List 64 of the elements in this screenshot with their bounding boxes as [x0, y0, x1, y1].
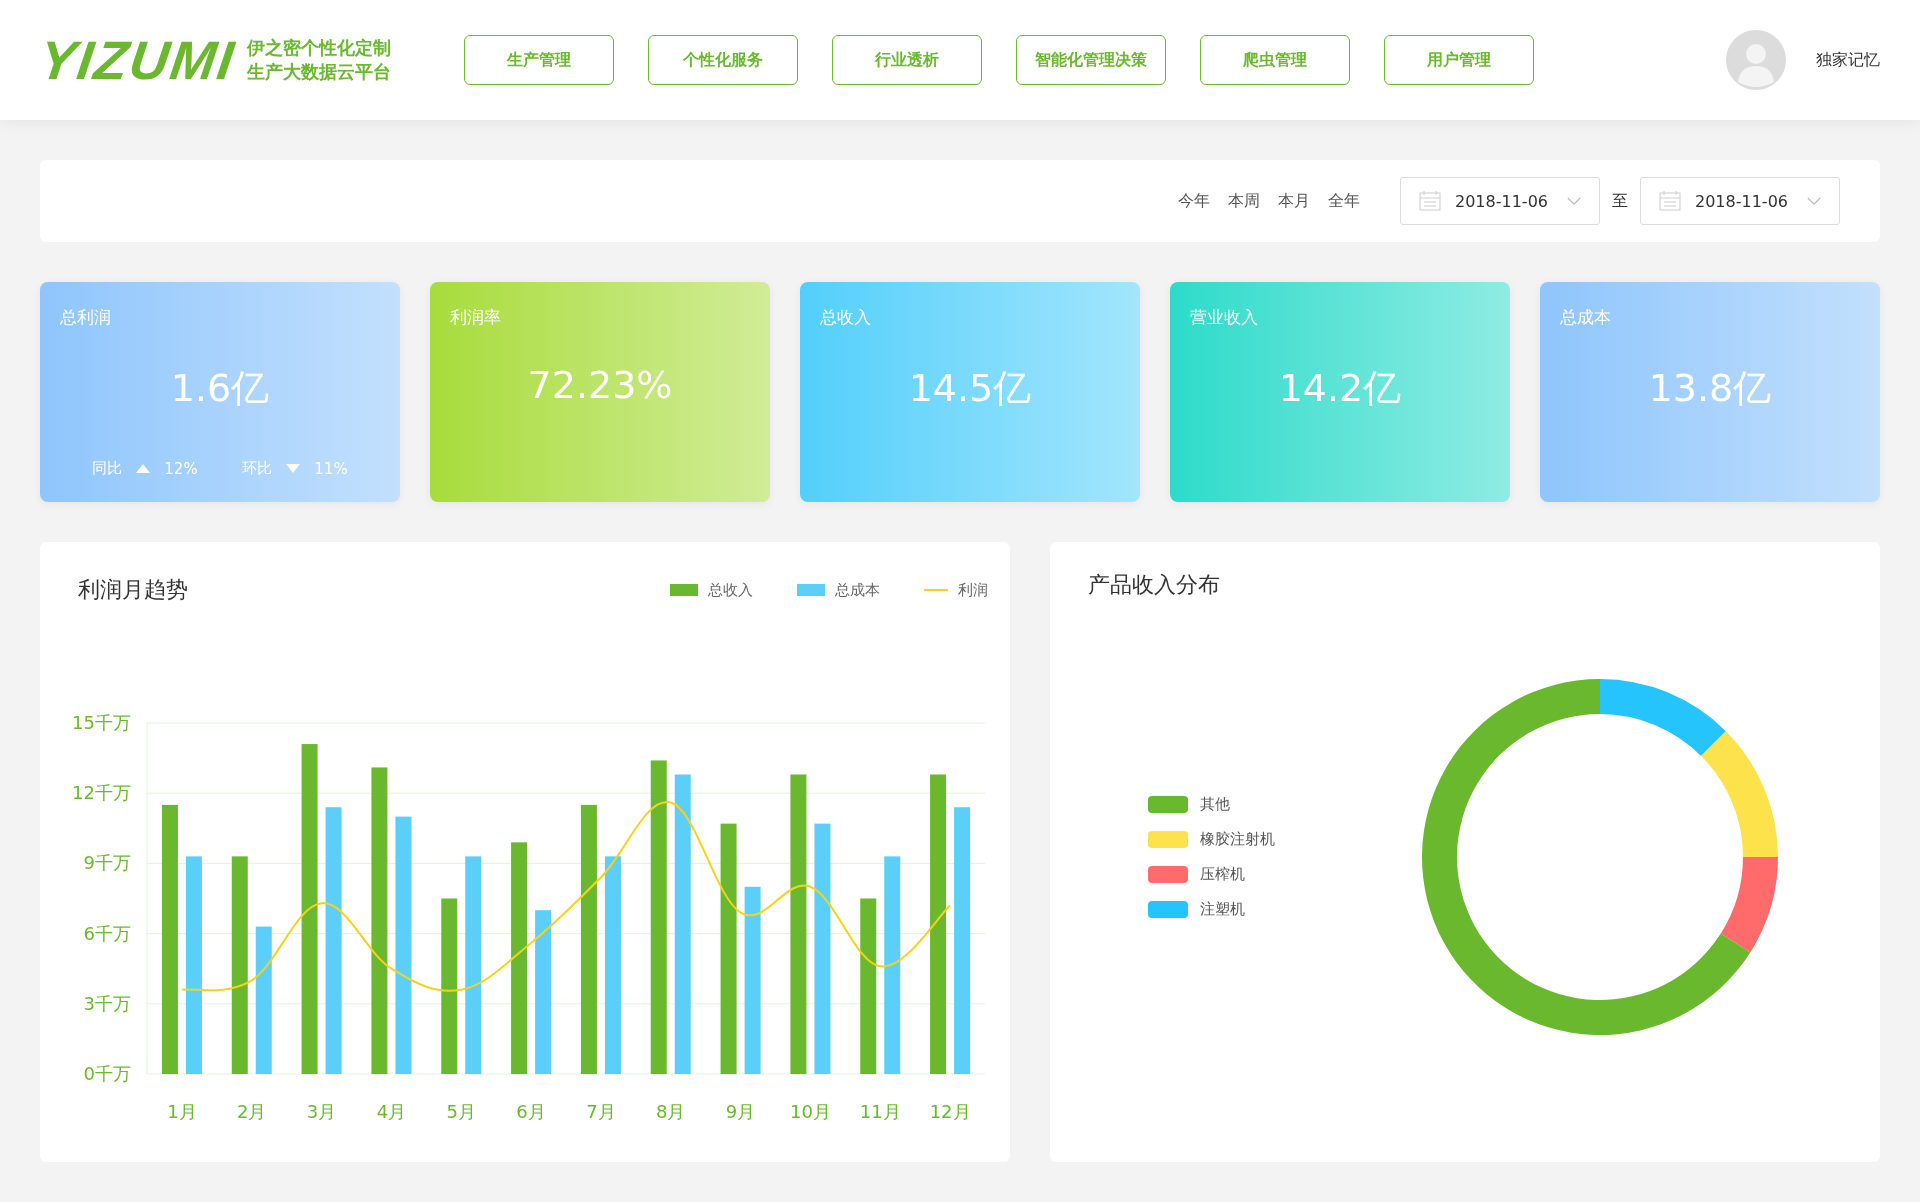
chevron-down-icon: [1567, 196, 1581, 206]
x-axis-label: 8月: [656, 1101, 686, 1122]
platform-title: 伊之密个性化定制: [247, 36, 391, 60]
stat-title: 利润率: [450, 306, 502, 329]
legend-label[interactable]: 总成本: [835, 580, 880, 600]
stat-value: 13.8亿: [1648, 365, 1772, 412]
x-axis-label: 12月: [929, 1101, 971, 1122]
y-axis-label: 15千万: [72, 712, 131, 733]
x-axis-label: 5月: [446, 1101, 476, 1122]
stat-value: 1.6亿: [170, 365, 270, 412]
x-axis-label: 3月: [306, 1101, 337, 1122]
platform-title: 生产大数据云平台: [247, 60, 391, 84]
legend-label[interactable]: 注塑机: [1200, 900, 1245, 919]
compare-value: 11%: [314, 459, 348, 478]
chart-title: 利润月趋势: [78, 576, 188, 604]
legend-label[interactable]: 橡胶注射机: [1200, 830, 1275, 849]
legend-label[interactable]: 利润: [958, 580, 988, 600]
legend-swatch: [1148, 866, 1188, 883]
legend-label[interactable]: 压榨机: [1200, 865, 1245, 884]
date-picker[interactable]: 2018-11-06: [1400, 177, 1600, 225]
stat-title: 营业收入: [1190, 306, 1259, 329]
legend-swatch: [1148, 831, 1188, 848]
y-axis-label: 3千万: [83, 992, 131, 1014]
stat-value: 14.2亿: [1278, 365, 1402, 412]
date-picker[interactable]: 2018-11-06: [1640, 177, 1840, 225]
x-axis-label: 4月: [376, 1101, 407, 1122]
y-axis-label: 0千万: [83, 1063, 131, 1084]
stat-title: 总成本: [1560, 306, 1612, 329]
username[interactable]: 独家记忆: [1816, 49, 1880, 71]
legend-label[interactable]: 总收入: [708, 580, 753, 600]
x-axis-label: 1月: [167, 1101, 197, 1122]
x-axis-label: 10月: [789, 1101, 831, 1122]
y-axis-label: 9千万: [83, 852, 131, 874]
y-axis-label: 6千万: [83, 922, 131, 944]
legend-swatch: [797, 584, 825, 596]
stat-value: 72.23%: [527, 363, 673, 407]
period-link[interactable]: 今年: [1178, 190, 1210, 212]
calendar-icon: [1659, 191, 1681, 211]
legend-line: [924, 589, 948, 591]
stat-value: 14.5亿: [908, 365, 1032, 412]
logo-wordmark: YIZUMI: [35, 29, 240, 91]
x-axis-label: 9月: [725, 1101, 756, 1122]
date-separator: 至: [1612, 190, 1628, 212]
y-axis-label: 12千万: [72, 782, 131, 804]
period-link[interactable]: 本周: [1228, 190, 1260, 212]
calendar-icon: [1419, 191, 1441, 211]
period-link[interactable]: 本月: [1278, 190, 1310, 212]
legend-swatch: [670, 584, 698, 596]
x-axis-label: 11月: [859, 1101, 901, 1122]
stat-title: 总收入: [820, 306, 872, 329]
chevron-down-icon: [1807, 196, 1821, 206]
avatar-icon[interactable]: [1726, 30, 1786, 90]
period-link[interactable]: 全年: [1328, 190, 1360, 212]
compare-value: 12%: [164, 459, 198, 478]
chart-title: 产品收入分布: [1088, 571, 1221, 599]
x-axis-label: 6月: [516, 1101, 546, 1122]
compare-label: 环比: [242, 459, 273, 478]
x-axis-label: 2月: [237, 1101, 267, 1122]
x-axis-label: 7月: [586, 1101, 616, 1122]
compare-label: 同比: [92, 459, 123, 478]
stat-title: 总利润: [60, 306, 112, 329]
legend-label[interactable]: 其他: [1200, 795, 1230, 814]
legend-swatch: [1148, 796, 1188, 813]
legend-swatch: [1148, 901, 1188, 918]
